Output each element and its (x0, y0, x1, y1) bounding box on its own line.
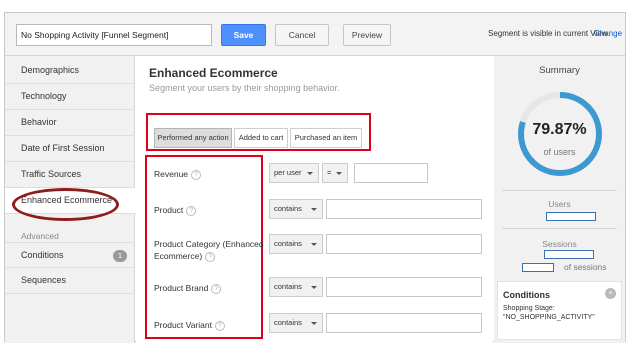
save-button[interactable]: Save (221, 24, 266, 46)
help-icon[interactable]: ? (211, 283, 222, 294)
sessions-value-box (544, 250, 594, 259)
field-label-text: Product Brand (154, 283, 209, 293)
conditions-detail: Shopping Stage: "NO_SHOPPING_ACTIVITY" (503, 305, 595, 321)
sessions-label: Sessions (542, 239, 577, 249)
sidebar-item-enhanced-ecommerce[interactable]: Enhanced Ecommerce (5, 188, 136, 214)
page-subtitle: Segment your users by their shopping beh… (149, 83, 340, 93)
caret-down-icon (336, 172, 342, 175)
cancel-button[interactable]: Cancel (275, 24, 329, 46)
main-panel: Enhanced Ecommerce Segment your users by… (136, 56, 493, 343)
help-icon[interactable]: ? (205, 251, 216, 262)
divider (502, 228, 617, 229)
field-label-revenue: Revenue? (154, 168, 202, 180)
field-label-text: Product (154, 205, 184, 215)
caret-down-icon (311, 243, 317, 246)
select-value: contains (274, 318, 302, 327)
close-icon[interactable]: × (605, 288, 616, 299)
help-icon[interactable]: ? (186, 205, 197, 216)
sidebar-item-traffic-sources[interactable]: Traffic Sources (5, 162, 135, 188)
segment-name-input[interactable]: No Shopping Activity [Funnel Segment] (16, 24, 212, 46)
sidebar-item-date-of-first-session[interactable]: Date of First Session (5, 136, 135, 162)
tab-added-to-cart[interactable]: Added to cart (234, 128, 288, 148)
sidebar: Demographics Technology Behavior Date of… (5, 56, 136, 343)
product-brand-operator-select[interactable]: contains (269, 277, 323, 297)
sidebar-item-behavior[interactable]: Behavior (5, 110, 135, 136)
product-category-value-input[interactable] (326, 234, 482, 254)
sidebar-item-label: Conditions (21, 250, 64, 260)
caret-down-icon (307, 172, 313, 175)
field-label-product-brand: Product Brand? (154, 282, 222, 294)
change-link[interactable]: Change (594, 29, 622, 38)
users-label: Users (548, 199, 571, 209)
users-percentage: 79.87% (532, 121, 587, 138)
sidebar-item-conditions[interactable]: Conditions 1 (5, 242, 135, 268)
product-brand-value-input[interactable] (326, 277, 482, 297)
field-label-text: Product Variant (154, 320, 212, 330)
users-value-box (546, 212, 596, 221)
revenue-value-input[interactable] (354, 163, 428, 183)
caret-down-icon (311, 286, 317, 289)
conditions-title: Conditions (503, 290, 550, 300)
conditions-summary: Conditions × Shopping Stage: "NO_SHOPPIN… (497, 281, 622, 340)
select-value: contains (274, 239, 302, 248)
sessions-percent-box (522, 263, 554, 272)
conditions-count-badge: 1 (113, 250, 127, 262)
caret-down-icon (311, 322, 317, 325)
field-label-product: Product? (154, 204, 197, 216)
product-variant-value-input[interactable] (326, 313, 482, 333)
sidebar-item-sequences[interactable]: Sequences (5, 268, 135, 294)
field-label-product-variant: Product Variant? (154, 319, 225, 331)
preview-button[interactable]: Preview (343, 24, 391, 46)
revenue-scope-select[interactable]: per user (269, 163, 319, 183)
product-operator-select[interactable]: contains (269, 199, 323, 219)
help-icon[interactable]: ? (191, 169, 202, 180)
field-label-text: Revenue (154, 169, 189, 179)
segment-toolbar: No Shopping Activity [Funnel Segment] Sa… (5, 13, 625, 56)
select-value: contains (274, 282, 302, 291)
advanced-heading: Advanced (21, 231, 59, 241)
users-percentage-caption: of users (543, 147, 576, 157)
select-value: per user (274, 168, 302, 177)
summary-panel: Summary 79.87% of users Users Sessions o… (494, 56, 625, 343)
sessions-caption: of sessions (564, 262, 607, 272)
product-category-operator-select[interactable]: contains (269, 234, 323, 254)
product-variant-operator-select[interactable]: contains (269, 313, 323, 333)
visibility-text: Segment is visible in current View (488, 29, 608, 38)
tab-purchased-an-item[interactable]: Purchased an item (290, 128, 362, 148)
select-value: contains (274, 204, 302, 213)
select-value: = (327, 168, 332, 177)
sidebar-item-technology[interactable]: Technology (5, 84, 135, 110)
product-value-input[interactable] (326, 199, 482, 219)
page-title: Enhanced Ecommerce (149, 66, 278, 80)
summary-title: Summary (539, 65, 580, 76)
help-icon[interactable]: ? (214, 320, 225, 331)
caret-down-icon (311, 208, 317, 211)
segment-editor: No Shopping Activity [Funnel Segment] Sa… (4, 12, 626, 343)
revenue-operator-select[interactable]: = (322, 163, 348, 183)
divider (502, 190, 617, 191)
tab-performed-any-action[interactable]: Performed any action (154, 128, 232, 148)
field-label-product-category: Product Category (Enhanced Ecommerce)? (154, 238, 266, 262)
sidebar-item-demographics[interactable]: Demographics (5, 58, 135, 84)
